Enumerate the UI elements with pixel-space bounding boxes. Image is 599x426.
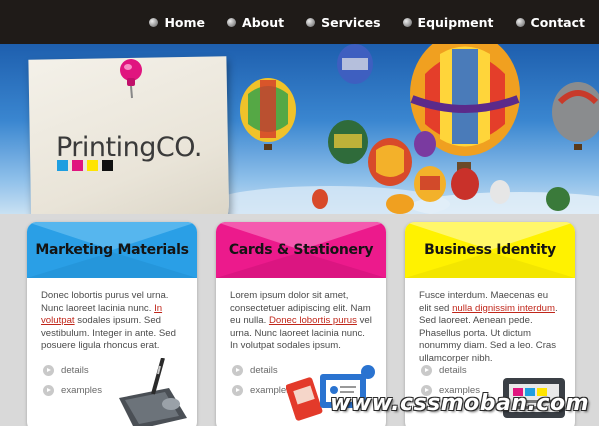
magenta-swatch — [72, 160, 83, 171]
details-link[interactable]: details — [421, 365, 480, 376]
push-pin-icon — [120, 59, 142, 99]
box-text: Lorem ipsum dolor sit amet, consectetuer… — [230, 290, 372, 352]
arrow-right-icon — [232, 365, 243, 376]
box-title: Cards & Stationery — [228, 242, 374, 258]
bullet-icon — [306, 17, 316, 27]
top-bar: Home About Services Equipment Contact — [0, 0, 599, 44]
watermark-text: www.cssmoban.com — [330, 391, 589, 416]
arrow-right-icon — [43, 365, 54, 376]
nav-item-about[interactable]: About — [227, 15, 284, 30]
cyan-swatch — [57, 160, 68, 171]
hero-banner: PrintingCO. — [0, 44, 599, 214]
nav-item-label: Services — [321, 14, 381, 30]
nav-item-home[interactable]: Home — [149, 15, 205, 30]
arrow-right-icon — [232, 385, 243, 396]
main-nav: Home About Services Equipment Contact — [149, 0, 585, 44]
nav-item-label: Equipment — [417, 14, 494, 30]
graphics-tablet-icon — [119, 358, 187, 426]
inline-link[interactable]: Donec lobortis purus — [269, 315, 357, 326]
examples-link[interactable]: examples — [43, 385, 102, 396]
bullet-icon — [227, 17, 237, 27]
bullet-icon — [515, 17, 525, 27]
box-text: Fusce interdum. Maecenas eu elit sed nul… — [419, 290, 558, 364]
bullet-icon — [149, 17, 159, 27]
arrow-right-icon — [421, 365, 432, 376]
inline-link[interactable]: nulla dignissim interdum — [452, 303, 555, 314]
logo-text[interactable]: PrintingCO. — [56, 132, 202, 163]
box-links: details examples — [232, 365, 291, 405]
box-header: Marketing Materials — [27, 222, 197, 278]
box-links: details examples — [43, 365, 102, 405]
details-link[interactable]: details — [43, 365, 102, 376]
details-link[interactable]: details — [232, 365, 291, 376]
nav-item-label: About — [242, 14, 285, 30]
black-swatch — [102, 160, 113, 171]
nav-item-services[interactable]: Services — [306, 14, 381, 30]
box-text: Donec lobortis purus vel urna. Nunc laor… — [41, 290, 176, 352]
box-header: Cards & Stationery — [216, 222, 386, 278]
nav-item-label: Contact — [530, 14, 585, 30]
examples-link[interactable]: examples — [232, 385, 291, 396]
cmyk-swatches — [57, 160, 113, 171]
service-box-marketing: Marketing Materials Donec lobortis purus… — [27, 222, 197, 426]
arrow-right-icon — [43, 385, 54, 396]
nav-item-contact[interactable]: Contact — [515, 14, 585, 30]
yellow-swatch — [87, 160, 98, 171]
nav-item-label: Home — [164, 14, 206, 30]
nav-item-equipment[interactable]: Equipment — [402, 14, 494, 30]
box-title: Business Identity — [424, 242, 556, 258]
bullet-icon — [402, 17, 412, 27]
box-title: Marketing Materials — [35, 242, 189, 258]
box-header: Business Identity — [405, 222, 575, 278]
